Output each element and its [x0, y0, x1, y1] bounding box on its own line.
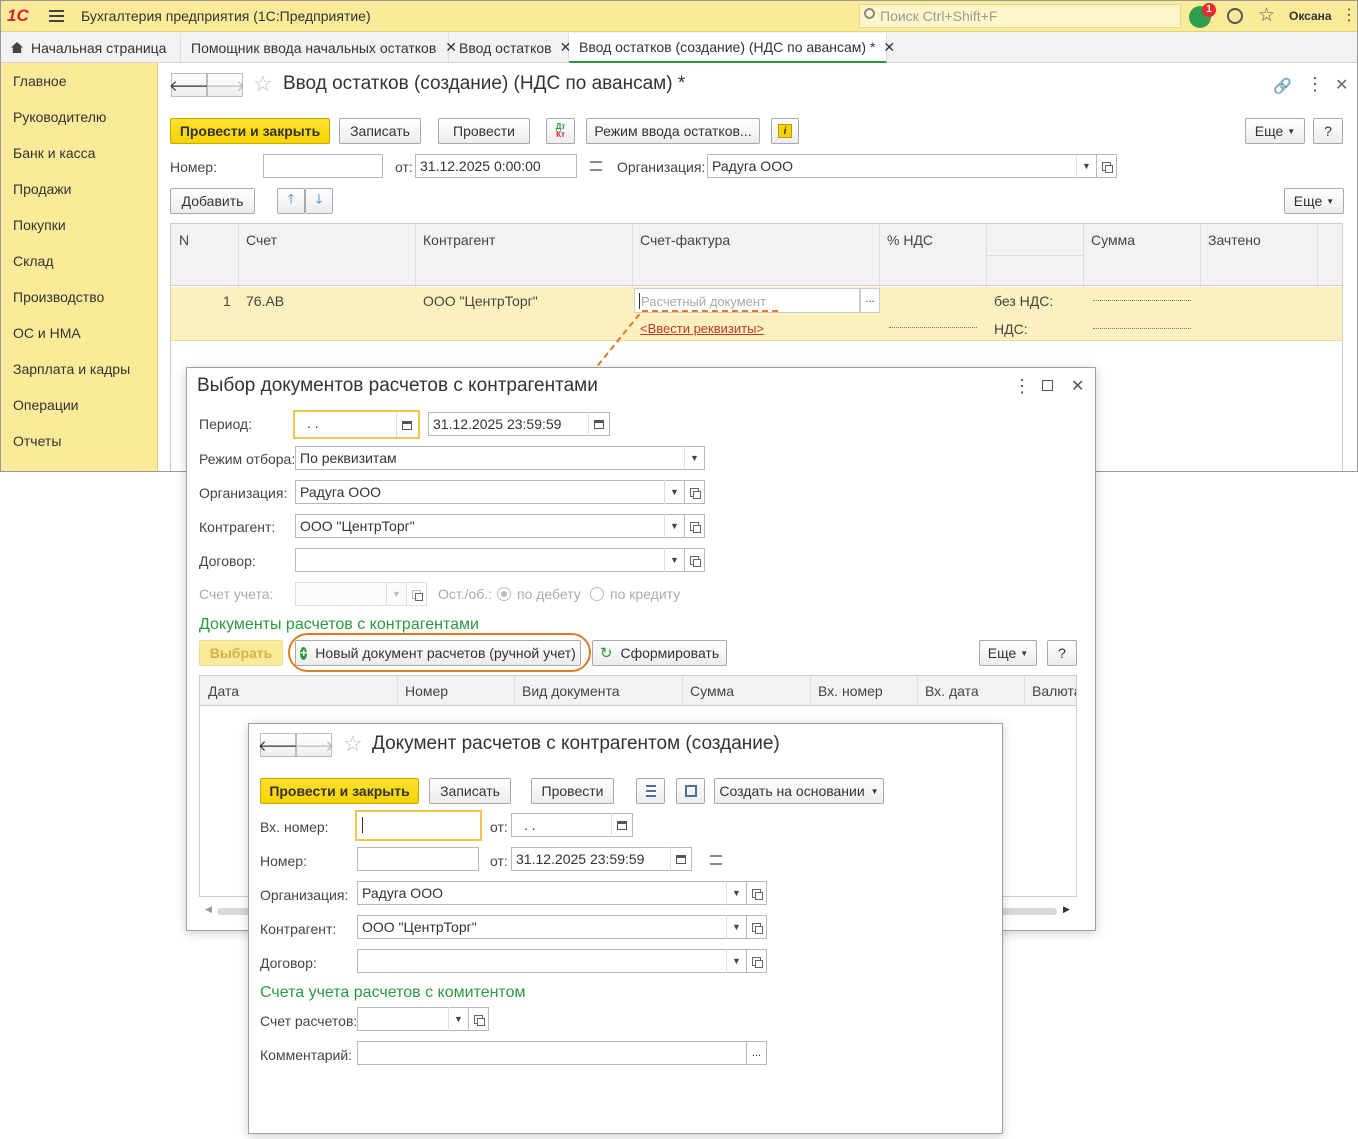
- col-currency[interactable]: Валюта: [1032, 683, 1076, 699]
- calendar-icon[interactable]: [611, 813, 631, 837]
- in-number-field[interactable]: [355, 810, 482, 841]
- chevron-down-icon[interactable]: ▼: [386, 582, 406, 606]
- post-close-button[interactable]: Провести и закрыть: [260, 778, 419, 804]
- help-button[interactable]: ?: [1047, 640, 1077, 666]
- maximize-icon[interactable]: [1042, 380, 1053, 391]
- scroll-right-icon[interactable]: ▶: [1063, 904, 1070, 915]
- contract-field[interactable]: [295, 548, 685, 572]
- document-window: 🡐 🡒 ☆ Документ расчетов с контрагентом (…: [248, 723, 1003, 1134]
- counterparty-field[interactable]: ООО "ЦентрТорг": [357, 915, 747, 939]
- caret: [362, 817, 363, 833]
- col-number[interactable]: Номер: [405, 683, 448, 699]
- chevron-down-icon[interactable]: ▼: [664, 480, 684, 504]
- open-icon[interactable]: [406, 582, 427, 606]
- chevron-down-icon[interactable]: ▼: [664, 514, 684, 538]
- credit-radio[interactable]: [590, 587, 604, 601]
- col-in-date[interactable]: Вх. дата: [925, 683, 979, 699]
- org-label: Организация:: [260, 887, 349, 903]
- account-label: Счет расчетов:: [260, 1013, 358, 1029]
- period-to-field[interactable]: 31.12.2025 23:59:59: [428, 412, 610, 436]
- open-icon[interactable]: [746, 915, 767, 939]
- accounts-section-title: Счета учета расчетов с комитентом: [260, 984, 526, 1001]
- list-icon[interactable]: [636, 778, 665, 804]
- back-button[interactable]: 🡐: [258, 733, 298, 757]
- forward-button[interactable]: 🡒: [294, 733, 334, 757]
- contract-field[interactable]: [357, 949, 747, 973]
- scroll-left-icon[interactable]: ◀: [205, 904, 212, 915]
- period-label: Период:: [199, 416, 252, 432]
- select-button[interactable]: Выбрать: [199, 640, 283, 666]
- calendar-icon[interactable]: [396, 413, 416, 437]
- create-basis-button[interactable]: Создать на основании ▼: [714, 778, 884, 804]
- number-label: Номер:: [260, 853, 307, 869]
- col-doc-type[interactable]: Вид документа: [522, 683, 619, 699]
- col-date[interactable]: Дата: [208, 683, 239, 699]
- org-field[interactable]: Радуга ООО: [357, 881, 747, 905]
- contract-label: Договор:: [260, 955, 317, 971]
- more-actions-icon[interactable]: ⋮: [1013, 376, 1031, 397]
- open-icon[interactable]: [684, 480, 705, 504]
- refresh-icon: ↻: [599, 645, 613, 662]
- col-divider: [682, 676, 683, 706]
- calendar-icon[interactable]: [670, 847, 690, 871]
- counterparty-label: Контрагент:: [260, 921, 337, 937]
- col-in-number[interactable]: Вх. номер: [818, 683, 883, 699]
- col-divider: [810, 676, 811, 706]
- counterparty-label: Контрагент:: [199, 519, 276, 535]
- balance-label: Ост./об.:: [438, 586, 493, 602]
- document-title: Документ расчетов с контрагентом (создан…: [372, 733, 780, 754]
- more-button[interactable]: Еще ▼: [979, 640, 1037, 666]
- chevron-down-icon[interactable]: ▼: [726, 949, 746, 973]
- documents-section-title: Документы расчетов с контрагентами: [199, 616, 479, 633]
- credit-label: по кредиту: [610, 586, 681, 602]
- filter-mode-select[interactable]: По реквизитам: [295, 446, 705, 470]
- open-icon[interactable]: [468, 1007, 489, 1031]
- col-divider: [514, 676, 515, 706]
- open-icon[interactable]: [746, 949, 767, 973]
- number-field[interactable]: [357, 847, 479, 871]
- debit-radio[interactable]: [497, 587, 511, 601]
- document-icon[interactable]: [710, 855, 722, 865]
- account-label: Счет учета:: [199, 586, 274, 602]
- highlight-ellipse: [288, 633, 591, 672]
- date-label: от:: [490, 853, 508, 869]
- post-button[interactable]: Провести: [531, 778, 614, 804]
- save-button[interactable]: Записать: [429, 778, 511, 804]
- filter-mode-label: Режим отбора:: [199, 451, 296, 467]
- org-label: Организация:: [199, 485, 288, 501]
- chevron-down-icon[interactable]: ▼: [448, 1007, 468, 1031]
- contract-label: Договор:: [199, 553, 256, 569]
- in-number-label: Вх. номер:: [260, 819, 329, 835]
- chevron-down-icon[interactable]: ▼: [664, 548, 684, 572]
- org-field[interactable]: Радуга ООО: [295, 480, 685, 504]
- structure-icon[interactable]: [676, 778, 705, 804]
- comment-select-button[interactable]: ...: [746, 1041, 767, 1065]
- comment-label: Комментарий:: [260, 1047, 353, 1063]
- col-divider: [397, 676, 398, 706]
- chevron-down-icon[interactable]: ▼: [684, 446, 704, 470]
- open-icon[interactable]: [684, 548, 705, 572]
- close-icon[interactable]: ✕: [1071, 376, 1084, 396]
- favorite-star-icon[interactable]: ☆: [343, 731, 363, 757]
- chevron-down-icon[interactable]: ▼: [726, 881, 746, 905]
- selection-title: Выбор документов расчетов с контрагентам…: [197, 375, 598, 396]
- col-divider: [917, 676, 918, 706]
- col-sum[interactable]: Сумма: [690, 683, 734, 699]
- chevron-down-icon[interactable]: ▼: [726, 915, 746, 939]
- counterparty-field[interactable]: ООО "ЦентрТорг": [295, 514, 685, 538]
- calendar-icon[interactable]: [588, 412, 608, 436]
- debit-label: по дебету: [517, 586, 581, 602]
- date-field[interactable]: 31.12.2025 23:59:59: [511, 847, 692, 871]
- open-icon[interactable]: [746, 881, 767, 905]
- generate-button[interactable]: ↻ Сформировать: [592, 640, 727, 666]
- in-date-label: от:: [490, 819, 508, 835]
- open-icon[interactable]: [684, 514, 705, 538]
- comment-field[interactable]: [357, 1041, 747, 1065]
- col-divider: [1024, 676, 1025, 706]
